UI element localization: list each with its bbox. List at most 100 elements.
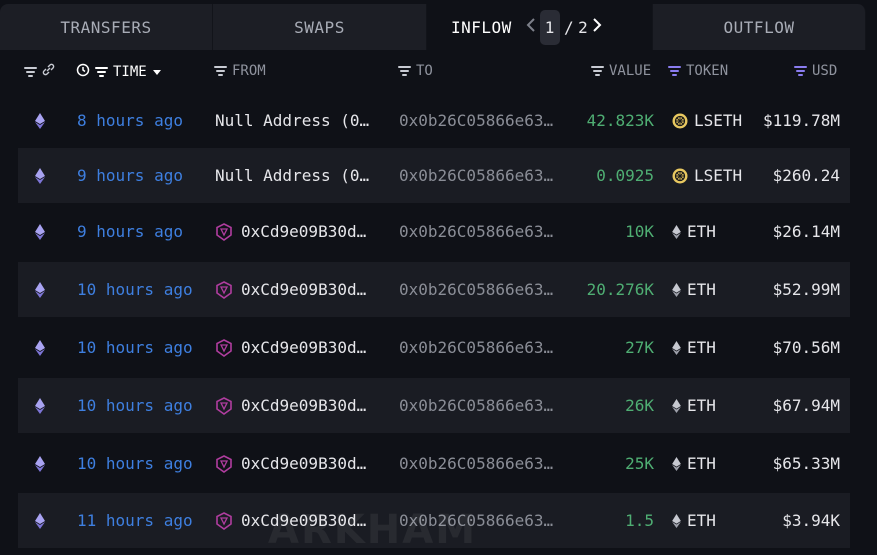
tab-outflow[interactable]: OUTFLOW (653, 4, 866, 50)
token-symbol[interactable]: ETH (672, 204, 716, 259)
from-address[interactable]: Null Address (0… (215, 148, 369, 203)
contract-entity-icon (215, 396, 233, 415)
total-pages: 2 (578, 17, 589, 37)
token-symbol[interactable]: ETH (672, 262, 716, 317)
contract-entity-icon (215, 222, 233, 241)
tab-inflow[interactable]: INFLOW 1 / 2 (427, 4, 653, 50)
token-symbol[interactable]: LSETH (672, 148, 742, 203)
table-row[interactable]: 8 hours ago Null Address (0… 0x0b26C05866e… (18, 93, 850, 148)
to-address[interactable]: 0x0b26C05866e63… (399, 262, 553, 317)
eth-token-icon (672, 513, 681, 528)
token-symbol[interactable]: ETH (672, 436, 716, 491)
pagination: 1 / 2 (526, 9, 602, 45)
table-row[interactable]: 10 hours ago 0xCd9e09B30d… 0x0b26C05866e63… (18, 262, 850, 317)
to-header-label: TO (416, 63, 433, 79)
to-address[interactable]: 0x0b26C05866e63… (399, 148, 553, 203)
from-address[interactable]: 0xCd9e09B30d… (215, 378, 366, 433)
from-address-label: Null Address (0… (215, 111, 370, 130)
eth-token-icon (672, 340, 681, 355)
to-address[interactable]: 0x0b26C05866e63… (399, 204, 553, 259)
contract-entity-icon (215, 511, 233, 530)
filter-icon (794, 66, 807, 76)
value-amount: 42.823K (586, 111, 654, 130)
table-row[interactable]: 10 hours ago 0xCd9e09B30d… 0x0b26C05866e63… (18, 436, 850, 491)
ethereum-icon[interactable] (33, 493, 47, 548)
value-column-header[interactable]: VALUE (591, 63, 651, 79)
from-address[interactable]: 0xCd9e09B30d… (215, 204, 366, 259)
time-link[interactable]: 9 hours ago (77, 148, 183, 203)
value-amount: 10K (625, 222, 654, 241)
table-row[interactable]: 9 hours ago Null Address (0… 0x0b26C05866e… (18, 148, 850, 203)
ethereum-icon[interactable] (33, 262, 47, 317)
usd-header-label: USD (812, 63, 838, 79)
time-link[interactable]: 8 hours ago (77, 93, 183, 148)
token-symbol[interactable]: LSETH (672, 93, 742, 148)
eth-token-icon (672, 456, 681, 471)
from-address-label: 0xCd9e09B30d… (241, 396, 367, 415)
value-amount: 1.5 (625, 511, 654, 530)
to-address[interactable]: 0x0b26C05866e63… (399, 436, 553, 491)
chevron-right-icon[interactable] (592, 17, 602, 38)
time-link[interactable]: 11 hours ago (77, 493, 193, 548)
tab-swaps[interactable]: SWAPS (213, 4, 427, 50)
watermark: ARKHAM (268, 507, 477, 553)
token-label: ETH (687, 222, 716, 241)
to-column-header[interactable]: TO (398, 63, 433, 79)
from-address-label: 0xCd9e09B30d… (241, 338, 367, 357)
chevron-left-icon[interactable] (526, 17, 536, 38)
time-column-header[interactable]: TIME (76, 63, 162, 81)
time-link[interactable]: 10 hours ago (77, 378, 193, 433)
lseth-token-icon (672, 168, 688, 184)
tab-transfers[interactable]: TRANSFERS (0, 4, 213, 50)
to-address[interactable]: 0x0b26C05866e63… (399, 320, 553, 375)
token-symbol[interactable]: ETH (672, 320, 716, 375)
token-label: ETH (687, 280, 716, 299)
from-address-label: 0xCd9e09B30d… (241, 280, 367, 299)
time-link[interactable]: 10 hours ago (77, 262, 193, 317)
value-header-label: VALUE (609, 63, 652, 79)
usd-amount: $52.99M (772, 280, 840, 299)
time-link[interactable]: 10 hours ago (77, 320, 193, 375)
chain-filter[interactable] (24, 63, 55, 80)
usd-column-header[interactable]: USD (794, 63, 837, 79)
from-address[interactable]: 0xCd9e09B30d… (215, 320, 366, 375)
token-label: LSETH (694, 166, 743, 185)
contract-entity-icon (215, 280, 233, 299)
sort-down-icon (152, 64, 162, 80)
table-row[interactable]: 10 hours ago 0xCd9e09B30d… 0x0b26C05866e63… (18, 320, 850, 375)
from-column-header[interactable]: FROM (214, 63, 266, 79)
ethereum-icon[interactable] (33, 378, 47, 433)
to-address[interactable]: 0x0b26C05866e63… (399, 93, 553, 148)
ethereum-icon[interactable] (33, 436, 47, 491)
usd-amount: $260.24 (772, 166, 840, 185)
filter-icon (398, 66, 411, 76)
value-amount: 26K (625, 396, 654, 415)
time-link[interactable]: 9 hours ago (77, 204, 183, 259)
time-link[interactable]: 10 hours ago (77, 436, 193, 491)
table-row[interactable]: 9 hours ago 0xCd9e09B30d… 0x0b26C05866e63…… (18, 204, 850, 259)
token-label: ETH (687, 396, 716, 415)
usd-amount: $65.33M (772, 454, 840, 473)
token-label: ETH (687, 454, 716, 473)
ethereum-icon[interactable] (33, 204, 47, 259)
from-address[interactable]: 0xCd9e09B30d… (215, 262, 366, 317)
filter-icon (214, 66, 227, 76)
token-symbol[interactable]: ETH (672, 378, 716, 433)
token-label: ETH (687, 338, 716, 357)
time-header-label: TIME (113, 64, 147, 80)
value-amount: 20.276K (586, 280, 654, 299)
ethereum-icon[interactable] (33, 93, 47, 148)
value-amount: 0.0925 (596, 166, 654, 185)
table-row[interactable]: 10 hours ago 0xCd9e09B30d… 0x0b26C05866e63… (18, 378, 850, 433)
from-address-label: 0xCd9e09B30d… (241, 222, 367, 241)
ethereum-icon[interactable] (33, 148, 47, 203)
token-symbol[interactable]: ETH (672, 493, 716, 548)
from-address[interactable]: 0xCd9e09B30d… (215, 436, 366, 491)
tab-bar: TRANSFERS SWAPS INFLOW 1 / 2 OUTFLOW (0, 4, 866, 50)
from-address[interactable]: Null Address (0… (215, 93, 369, 148)
table-header: TIME FROM TO VALUE TOKEN USD (0, 50, 866, 94)
ethereum-icon[interactable] (33, 320, 47, 375)
to-address[interactable]: 0x0b26C05866e63… (399, 378, 553, 433)
token-column-header[interactable]: TOKEN (668, 63, 728, 79)
filter-icon (24, 66, 37, 77)
